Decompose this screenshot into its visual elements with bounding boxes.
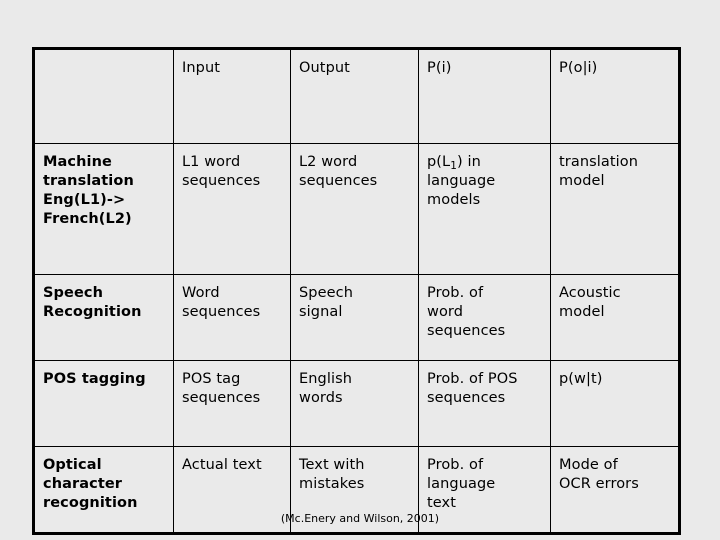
cell-task-machine-translation: Machine translation Eng(L1)-> French(L2) [33, 143, 174, 275]
cell-output-machine-translation: L2 word sequences [290, 143, 419, 275]
column-header-poi: P(o|i) [550, 48, 680, 144]
text-line: French(L2) [43, 211, 132, 228]
text-line: POS tag [182, 371, 241, 387]
text-line: Optical [43, 457, 102, 473]
cell-poi-machine-translation: translation model [550, 143, 680, 275]
text-line: Speech [299, 285, 354, 301]
table-header-row: Input Output P(i) P(o|i) [33, 48, 680, 144]
text-line: Prob. of [427, 285, 484, 301]
source-citation: (Mc.Enery and Wilson, 2001) [280, 512, 440, 525]
text-line: sequences [182, 173, 261, 190]
text-fragment: ) in [457, 154, 481, 170]
cell-pi-speech-recognition: Prob. of word sequences [418, 274, 551, 361]
slide-canvas: Input Output P(i) P(o|i) Machine transla… [0, 0, 720, 540]
table-row: POS tagging POS tag sequences English wo… [33, 360, 680, 447]
cell-input-pos-tagging: POS tag sequences [173, 360, 291, 447]
text-line: word [427, 304, 464, 321]
text-line: recognition [43, 495, 138, 512]
text-line: Prob. of [427, 457, 484, 473]
text-line: language [427, 476, 496, 493]
text-line: p(w|t) [559, 371, 603, 387]
text-line: Speech [43, 285, 104, 301]
cell-task-pos-tagging: POS tagging [33, 360, 174, 447]
cell-pi-machine-translation: p(L1) in language models [418, 143, 551, 275]
column-header-task [33, 48, 174, 144]
text-line: Prob. of POS [427, 371, 518, 387]
text-line: L1 word [182, 154, 241, 170]
text-line: model [559, 304, 605, 321]
text-line: model [559, 173, 605, 190]
text-line: Recognition [43, 304, 142, 321]
text-line: Actual text [182, 457, 262, 473]
noisy-channel-table-container: Input Output P(i) P(o|i) Machine transla… [32, 47, 681, 535]
text-line: mistakes [299, 476, 365, 493]
text-fragment: p(L [427, 154, 451, 170]
cell-poi-pos-tagging: p(w|t) [550, 360, 680, 447]
column-header-pi: P(i) [418, 48, 551, 144]
text-line: p(L1) in [427, 153, 543, 172]
text-line: signal [299, 304, 343, 321]
text-line: translation [559, 154, 639, 170]
text-line: sequences [182, 304, 261, 321]
text-line: Acoustic [559, 285, 621, 301]
text-line: models [427, 192, 481, 209]
cell-pi-pos-tagging: Prob. of POS sequences [418, 360, 551, 447]
text-line: sequences [299, 173, 378, 190]
cell-output-speech-recognition: Speech signal [290, 274, 419, 361]
column-header-input: Input [173, 48, 291, 144]
text-line: L2 word [299, 154, 358, 170]
cell-input-speech-recognition: Word sequences [173, 274, 291, 361]
text-line: Mode of [559, 457, 618, 473]
column-header-output: Output [290, 48, 419, 144]
text-line: sequences [427, 323, 506, 340]
text-line: sequences [182, 390, 261, 407]
text-line: text [427, 495, 457, 512]
cell-output-pos-tagging: English words [290, 360, 419, 447]
cell-input-machine-translation: L1 word sequences [173, 143, 291, 275]
text-line: Word [182, 285, 220, 301]
text-line: language [427, 173, 496, 190]
subscript: 1 [450, 159, 457, 172]
text-line: Machine [43, 154, 112, 170]
text-line: OCR errors [559, 476, 639, 493]
text-line: words [299, 390, 343, 407]
table-row: Machine translation Eng(L1)-> French(L2)… [33, 143, 680, 275]
cell-poi-speech-recognition: Acoustic model [550, 274, 680, 361]
text-line: Eng(L1)-> [43, 192, 126, 209]
text-line: Text with [299, 457, 365, 473]
text-line: translation [43, 173, 134, 190]
text-line: character [43, 476, 123, 493]
text-line: English [299, 371, 353, 387]
text-line: POS tagging [43, 371, 146, 387]
cell-task-speech-recognition: Speech Recognition [33, 274, 174, 361]
text-line: sequences [427, 390, 506, 407]
table-row: Speech Recognition Word sequences Speech… [33, 274, 680, 361]
noisy-channel-table: Input Output P(i) P(o|i) Machine transla… [32, 47, 681, 535]
